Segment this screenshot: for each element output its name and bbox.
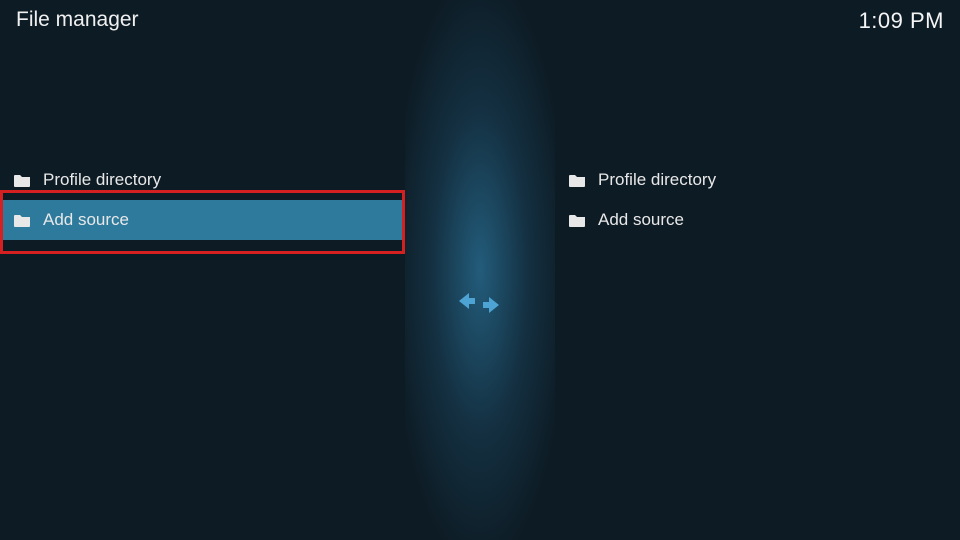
header: File manager 1:09 PM — [0, 0, 960, 50]
transfer-arrows-icon — [455, 288, 503, 323]
list-item-label: Profile directory — [43, 170, 161, 190]
right-file-pane: Profile directory Add source — [555, 160, 960, 240]
list-item-profile-directory[interactable]: Profile directory — [0, 160, 405, 200]
folder-icon — [14, 213, 31, 227]
gradient-background — [405, 0, 555, 540]
folder-icon — [569, 213, 586, 227]
left-file-pane: Profile directory Add source — [0, 160, 405, 240]
list-item-label: Profile directory — [598, 170, 716, 190]
list-item-add-source[interactable]: Add source — [555, 200, 960, 240]
list-item-label: Add source — [43, 210, 129, 230]
folder-icon — [569, 173, 586, 187]
list-item-label: Add source — [598, 210, 684, 230]
clock: 1:09 PM — [859, 8, 944, 34]
list-item-profile-directory[interactable]: Profile directory — [555, 160, 960, 200]
folder-icon — [14, 173, 31, 187]
list-item-add-source[interactable]: Add source — [0, 200, 405, 240]
page-title: File manager — [16, 8, 139, 32]
